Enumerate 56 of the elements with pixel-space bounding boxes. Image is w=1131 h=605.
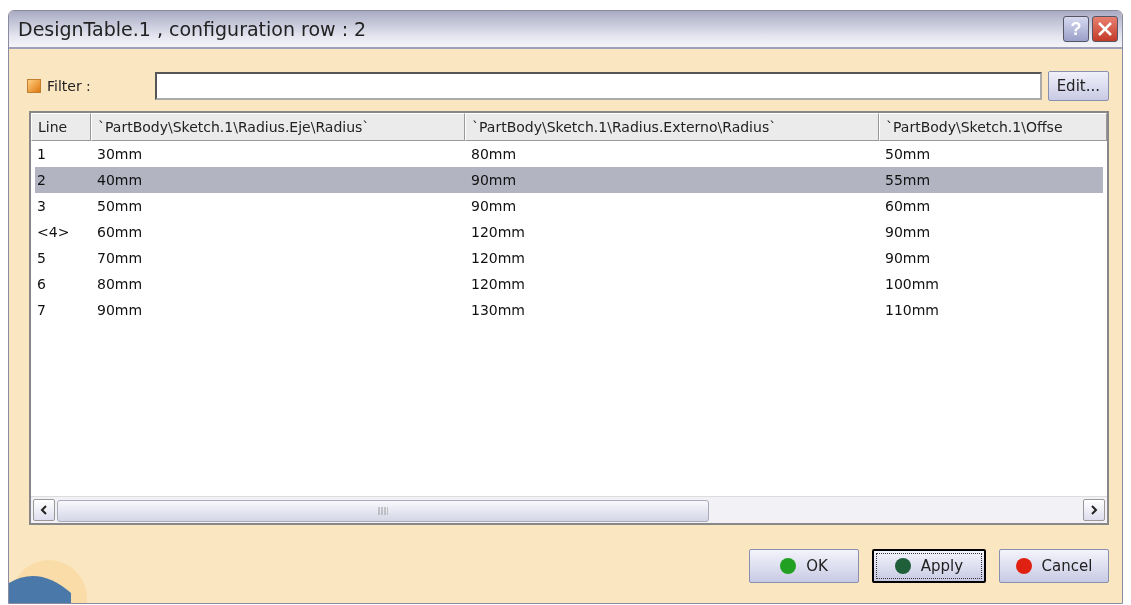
table-cell-text: 50mm [96, 198, 143, 214]
scroll-left-button[interactable] [33, 499, 55, 521]
table-cell-text: 90mm [470, 198, 517, 214]
table-cell-text: 100mm [884, 276, 939, 292]
table-cell-text: 90mm [884, 224, 931, 240]
table-cell-text: 1 [36, 146, 46, 162]
close-button[interactable] [1092, 16, 1118, 42]
chevron-left-icon [40, 505, 48, 515]
window-title: DesignTable.1 , configuration row : 2 [18, 18, 368, 40]
column-header[interactable]: Line [31, 113, 91, 141]
table-row[interactable]: 1 30mm 80mm 50mm [35, 141, 1103, 167]
table-row[interactable]: 3 50mm 90mm 60mm [35, 193, 1103, 219]
table-cell-text: 40mm [96, 172, 143, 188]
chevron-right-icon [1090, 505, 1098, 515]
table-cell-text: 130mm [470, 302, 525, 318]
table-cell-text: 90mm [96, 302, 143, 318]
table-row[interactable]: 7 90mm 130mm 110mm [35, 297, 1103, 323]
scroll-thumb[interactable] [57, 500, 709, 522]
table-cell-text: 2 [36, 172, 46, 188]
table-cell-text: 50mm [884, 146, 931, 162]
table-cell-text: 60mm [884, 198, 931, 214]
table-cell-text: 110mm [884, 302, 939, 318]
table-cell-text: 90mm [884, 250, 931, 266]
edit-button[interactable]: Edit... [1047, 71, 1109, 101]
table-cell-text: <4> [36, 224, 70, 240]
filter-field[interactable] [155, 72, 1042, 100]
dialog-button[interactable]: OK [749, 549, 859, 583]
table-cell-text: 90mm [470, 172, 517, 188]
table-cell-text: 3 [36, 198, 46, 214]
table-cell-text: 120mm [470, 250, 525, 266]
table-cell-text: 30mm [96, 146, 143, 162]
table-cell-text: 80mm [96, 276, 143, 292]
dialog-button[interactable]: Apply [872, 549, 986, 583]
table-cell-text: 70mm [96, 250, 143, 266]
close-icon [1097, 21, 1113, 37]
table-cell-text: 5 [36, 250, 46, 266]
table-row[interactable]: <4> 60mm 120mm 90mm [35, 219, 1103, 245]
column-header[interactable]: `PartBody\Sketch.1\Radius.Externo\Radius` [465, 113, 879, 141]
table-row[interactable]: 2 40mm 90mm 55mm [35, 167, 1103, 193]
filter-label: Filter : [47, 78, 92, 94]
column-header[interactable]: `PartBody\Sketch.1\Offse [879, 113, 1107, 141]
table-cell-text: 60mm [96, 224, 143, 240]
table-cell-text: 120mm [470, 276, 525, 292]
table-cell-text: 7 [36, 302, 46, 318]
dialog-button[interactable]: Cancel [999, 549, 1109, 583]
filter-checkbox[interactable] [27, 79, 41, 93]
table-cell-text: 80mm [470, 146, 517, 162]
table-row[interactable]: 6 80mm 120mm 100mm [35, 271, 1103, 297]
table-cell-text: 55mm [884, 172, 931, 188]
table-cell-text: 120mm [470, 224, 525, 240]
horizontal-scrollbar[interactable] [31, 496, 1107, 523]
table-row[interactable]: 5 70mm 120mm 90mm [35, 245, 1103, 271]
column-header[interactable]: `PartBody\Sketch.1\Radius.Eje\Radius` [91, 113, 465, 141]
scroll-right-button[interactable] [1083, 499, 1105, 521]
grip-icon [378, 507, 388, 515]
table-cell-text: 6 [36, 276, 46, 292]
